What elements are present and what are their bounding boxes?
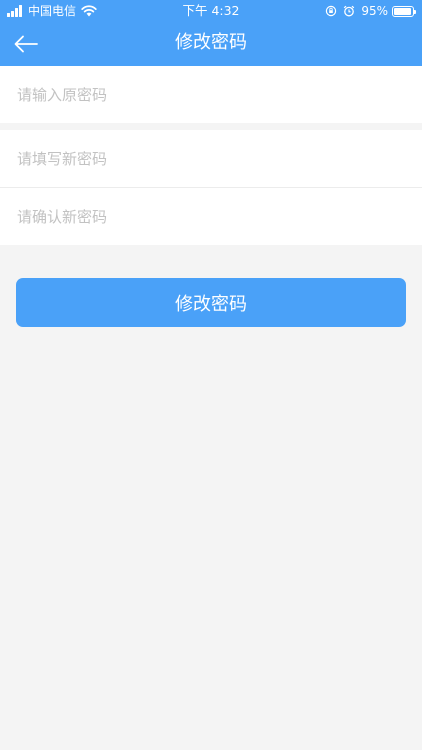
- battery-percent: 95%: [361, 4, 388, 18]
- alarm-icon: [344, 5, 355, 17]
- change-password-button[interactable]: 修改密码: [16, 278, 406, 327]
- old-password-group: [0, 66, 422, 123]
- confirm-password-row: [0, 187, 422, 245]
- new-password-input[interactable]: [17, 130, 407, 187]
- page-title: 修改密码: [175, 32, 247, 53]
- battery-fill: [394, 7, 412, 15]
- old-password-input[interactable]: [17, 66, 407, 123]
- orientation-lock-icon: [326, 5, 337, 17]
- status-right: 95%: [325, 3, 416, 19]
- back-button[interactable]: [10, 28, 42, 60]
- confirm-password-input[interactable]: [17, 188, 407, 245]
- app-header: 中国电信 下午 4:32 95% 修改密码: [0, 0, 422, 66]
- old-password-row: [0, 66, 422, 123]
- arrow-left-icon: [14, 35, 38, 53]
- new-password-group: [0, 130, 422, 245]
- new-password-row: [0, 130, 422, 187]
- nav-bar: 修改密码: [0, 22, 422, 66]
- battery-icon: [392, 5, 416, 17]
- status-bar: 中国电信 下午 4:32 95%: [0, 0, 422, 22]
